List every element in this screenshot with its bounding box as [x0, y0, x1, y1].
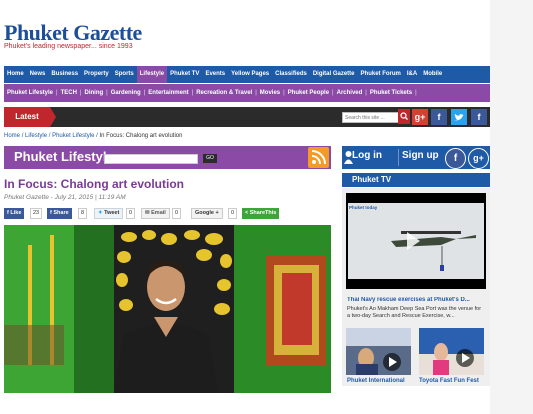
- site-search-input[interactable]: [342, 112, 400, 123]
- subnav-gardening[interactable]: Gardening: [108, 90, 144, 96]
- signup-link[interactable]: Sign up: [402, 150, 439, 161]
- page-margin: [490, 0, 533, 414]
- subnav-movies[interactable]: Movies: [257, 90, 283, 96]
- main-nav: Home News Business Property Sports Lifes…: [4, 66, 490, 83]
- share-count: 8: [78, 208, 88, 219]
- login-link[interactable]: Log in: [352, 150, 382, 161]
- facebook-icon: f: [7, 210, 9, 216]
- nav-events[interactable]: Events: [202, 66, 228, 83]
- subnav-separator: |: [415, 90, 417, 96]
- breadcrumb-lifestyle[interactable]: Lifestyle: [25, 133, 47, 139]
- breadcrumb-separator: /: [96, 133, 98, 139]
- envelope-icon: ✉: [145, 210, 150, 216]
- nav-business[interactable]: Business: [48, 66, 81, 83]
- googleplus-button[interactable]: Google +: [191, 208, 223, 219]
- video-thumbnail-2[interactable]: [419, 328, 484, 375]
- nav-news[interactable]: News: [27, 66, 49, 83]
- tweet-count: 0: [126, 208, 136, 219]
- article-byline: Phuket Gazette - July 21, 2015 | 11:19 A…: [4, 194, 126, 201]
- email-label: Email: [151, 210, 166, 216]
- googleplus-label: Google +: [195, 210, 219, 216]
- breadcrumb: Home / Lifestyle / Phuket Lifestyle / In…: [4, 133, 183, 139]
- lifestyle-subnav: Phuket Lifestyle | TECH | Dining | Gardenin…: [4, 84, 490, 102]
- share-toolbar: f Like 23 f Share 8 ✦ Tweet 0 ✉ Email 0 …: [4, 208, 334, 220]
- twitter-icon[interactable]: [451, 109, 467, 125]
- subnav-recreation-travel[interactable]: Recreation & Travel: [193, 90, 255, 96]
- breadcrumb-separator: /: [48, 133, 51, 139]
- login-separator: [398, 149, 399, 166]
- nav-home[interactable]: Home: [4, 66, 27, 83]
- search-icon: [400, 112, 408, 120]
- facebook-share-button[interactable]: f Share: [47, 208, 72, 219]
- facebook-like-button[interactable]: f Like: [4, 208, 25, 219]
- googleplus-count: 0: [228, 208, 238, 219]
- googleplus-icon[interactable]: g+: [412, 109, 428, 125]
- nav-phuket-forum[interactable]: Phuket Forum: [358, 66, 404, 83]
- thumbnail-2-caption[interactable]: Toyota Fast Fun Fest: [419, 378, 479, 384]
- twitter-icon: ✦: [98, 210, 103, 216]
- sharethis-button[interactable]: < ShareThis: [242, 208, 280, 219]
- section-title: Phuket Lifestyle: [14, 149, 114, 164]
- rss-icon[interactable]: [308, 147, 329, 168]
- breadcrumb-separator: /: [21, 133, 24, 139]
- sharethis-label: ShareThis: [249, 210, 277, 216]
- email-button[interactable]: ✉ Email: [141, 208, 170, 219]
- latest-label[interactable]: Latest: [4, 107, 50, 127]
- search-button[interactable]: [398, 109, 410, 124]
- facebook-icon[interactable]: f: [431, 109, 447, 125]
- video-thumbnail-1[interactable]: [346, 328, 411, 375]
- like-label: Like: [10, 210, 22, 216]
- email-count: 0: [172, 208, 182, 219]
- site-tagline: Phuket's leading newspaper... since 1993: [4, 43, 133, 50]
- nav-yellow-pages[interactable]: Yellow Pages: [228, 66, 272, 83]
- facebook-icon[interactable]: f: [471, 109, 487, 125]
- facebook-icon: f: [50, 210, 52, 216]
- googleplus-login-icon[interactable]: g+: [468, 148, 489, 169]
- subnav-phuket-lifestyle[interactable]: Phuket Lifestyle: [4, 90, 56, 96]
- subnav-dining[interactable]: Dining: [81, 90, 106, 96]
- video-channel-logo: Phuket today: [349, 205, 378, 210]
- latest-arrow: [50, 107, 56, 127]
- article-headline: In Focus: Chalong art evolution: [4, 177, 184, 191]
- nav-sports[interactable]: Sports: [112, 66, 137, 83]
- subnav-phuket-people[interactable]: Phuket People: [285, 90, 332, 96]
- article-photo: [4, 225, 331, 393]
- like-count: 23: [30, 208, 43, 219]
- breadcrumb-phuket-lifestyle[interactable]: Phuket Lifestyle: [52, 133, 94, 139]
- share-label: Share: [53, 210, 69, 216]
- video-description: Phuket's Ao Makham Deep Sea Port was the…: [347, 306, 482, 319]
- subnav-phuket-tickets[interactable]: Phuket Tickets: [367, 90, 415, 96]
- nav-ia[interactable]: I&A: [404, 66, 420, 83]
- section-search-input[interactable]: [104, 154, 198, 164]
- video-caption[interactable]: Thai Navy rescue exercises at Phuket's D…: [347, 297, 487, 303]
- nav-lifestyle[interactable]: Lifestyle: [136, 66, 168, 83]
- nav-property[interactable]: Property: [81, 66, 112, 83]
- subnav-entertainment[interactable]: Entertainment: [145, 90, 191, 96]
- play-icon[interactable]: [407, 232, 420, 250]
- subnav-tech[interactable]: TECH: [58, 90, 80, 96]
- tweet-label: Tweet: [104, 210, 120, 216]
- phuket-tv-title: Phuket TV: [352, 175, 392, 184]
- section-go-button[interactable]: GO: [203, 154, 217, 163]
- nav-phuket-tv[interactable]: Phuket TV: [167, 66, 202, 83]
- breadcrumb-home[interactable]: Home: [4, 133, 20, 139]
- nav-classifieds[interactable]: Classifieds: [272, 66, 310, 83]
- thumbnail-1-caption[interactable]: Phuket International: [347, 378, 405, 384]
- breadcrumb-current: In Focus: Chalong art evolution: [99, 133, 183, 139]
- share-icon: <: [245, 210, 249, 216]
- nav-digital-gazette[interactable]: Digital Gazette: [310, 66, 358, 83]
- nav-mobile[interactable]: Mobile: [420, 66, 445, 83]
- facebook-login-icon[interactable]: f: [445, 148, 466, 169]
- tweet-button[interactable]: ✦ Tweet: [94, 208, 124, 219]
- subnav-archived[interactable]: Archived: [334, 90, 366, 96]
